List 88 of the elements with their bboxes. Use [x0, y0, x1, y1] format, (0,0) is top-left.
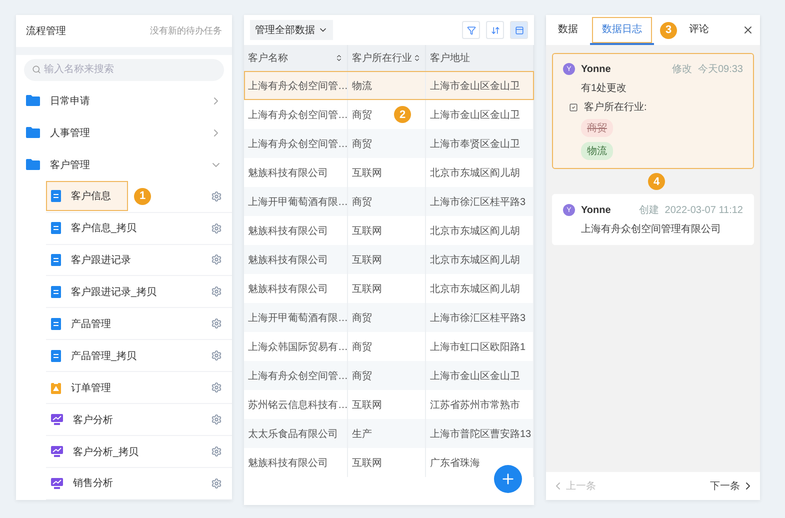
- table-row[interactable]: 上海有舟众创空间管… 商贸 上海市奉贤区金山卫: [244, 129, 534, 158]
- next-button[interactable]: 下一条: [710, 479, 754, 493]
- tree-item[interactable]: 客户分析: [46, 404, 114, 435]
- settings-icon[interactable]: [211, 254, 222, 266]
- tree-item[interactable]: 客户跟进记录: [46, 244, 132, 275]
- table-row[interactable]: 苏州铭云信息科技有… 互联网 江苏省苏州市常熟市: [244, 390, 534, 419]
- callout-badge: 3: [660, 22, 677, 38]
- timestamp: 2022-03-07 11:12: [664, 204, 743, 216]
- monitor-chart-icon: [51, 478, 63, 489]
- action-text: 创建: [638, 204, 659, 217]
- column-header[interactable]: 客户所在行业: [352, 51, 412, 65]
- document-icon: [51, 222, 61, 234]
- table-row[interactable]: 魅族科技有限公司 互联网 北京市东城区阎儿胡: [244, 158, 534, 187]
- tree-item[interactable]: 销售分析: [46, 468, 114, 498]
- settings-icon[interactable]: [211, 446, 222, 458]
- table-row[interactable]: 魅族科技有限公司 互联网 北京市东城区阎儿胡: [244, 274, 534, 303]
- notice-text: 没有新的待办任务: [150, 25, 222, 38]
- plus-icon: [500, 471, 516, 487]
- tab[interactable]: 评论: [683, 15, 715, 45]
- document-icon: [51, 318, 61, 330]
- close-icon[interactable]: [742, 24, 754, 36]
- table-row[interactable]: 上海开甲葡萄酒有限… 商贸 上海市徐汇区桂平路3: [244, 303, 534, 332]
- document-icon: [51, 350, 61, 362]
- view-icon: [514, 26, 524, 34]
- monitor-chart-icon: [51, 414, 63, 426]
- value-tag: 商贸: [581, 119, 613, 137]
- value-tag: 物流: [581, 142, 613, 160]
- table-row[interactable]: 上海开甲葡萄酒有限… 商贸 上海市徐汇区桂平路3: [244, 187, 534, 216]
- callout-badge: 4: [648, 173, 665, 190]
- settings-icon[interactable]: [211, 350, 222, 362]
- sort-icon[interactable]: [413, 54, 421, 62]
- action-text: 修改: [672, 63, 692, 76]
- document-icon: [51, 286, 61, 298]
- table-row[interactable]: 太太乐食品有限公司 生产 上海市普陀区曹安路13: [244, 419, 534, 448]
- sort-button[interactable]: [486, 21, 504, 39]
- settings-icon[interactable]: [211, 478, 222, 489]
- tree-item[interactable]: 客户信息: [46, 181, 128, 212]
- entry-text: 上海有舟众创空间管理有限公司: [581, 222, 722, 236]
- folder-item[interactable]: 日常申请: [16, 84, 232, 117]
- document-icon: [51, 190, 61, 202]
- timestamp: 今天09:33: [698, 63, 743, 76]
- user-name: Yonne: [581, 204, 612, 216]
- search-icon: [32, 64, 41, 74]
- panel-title: 流程管理: [26, 24, 66, 38]
- settings-icon[interactable]: [211, 222, 222, 234]
- settings-icon[interactable]: [211, 190, 222, 202]
- scope-dropdown[interactable]: 管理全部数据: [250, 20, 333, 40]
- monitor-chart-icon: [51, 446, 63, 458]
- tree-item[interactable]: 产品管理: [46, 308, 112, 339]
- table-row[interactable]: 魅族科技有限公司 互联网 北京市东城区阎儿胡: [244, 216, 534, 245]
- settings-icon[interactable]: [211, 286, 222, 298]
- user-name: Yonne: [581, 64, 612, 74]
- folder-item[interactable]: 客户管理: [16, 148, 232, 181]
- folder-icon: [26, 127, 40, 138]
- table-row[interactable]: 魅族科技有限公司 互联网 北京市东城区阎儿胡: [244, 245, 534, 274]
- clipboard-icon: [51, 382, 61, 394]
- settings-icon[interactable]: [211, 414, 222, 426]
- settings-icon[interactable]: [211, 382, 222, 394]
- tree-item[interactable]: 客户信息_拷贝: [46, 213, 138, 244]
- settings-icon[interactable]: [211, 318, 222, 330]
- folder-icon: [26, 95, 40, 106]
- folder-item[interactable]: 人事管理: [16, 116, 232, 149]
- tree-item[interactable]: 客户跟进记录_拷贝: [46, 276, 158, 307]
- tree-item[interactable]: 客户分析_拷贝: [46, 436, 140, 467]
- sort-icon: [490, 26, 500, 34]
- document-icon: [51, 254, 61, 266]
- filter-button[interactable]: [462, 21, 480, 39]
- callout-badge: 1: [134, 188, 151, 205]
- tab[interactable]: 数据: [552, 15, 584, 45]
- table-cell: 魅族科技有限公司: [244, 448, 348, 477]
- column-header[interactable]: 客户地址: [430, 51, 470, 65]
- column-header[interactable]: 客户名称: [248, 51, 288, 65]
- field-name: 客户所在行业:: [584, 100, 647, 114]
- table-row[interactable]: 上海众韩国际贸易有… 商贸 上海市虹口区欧阳路1: [244, 332, 534, 361]
- tree-item[interactable]: 产品管理_拷贝: [46, 340, 138, 371]
- view-button[interactable]: [510, 21, 528, 39]
- table-cell: 互联网: [348, 448, 426, 477]
- table-row[interactable]: 上海有舟众创空间管… 物流 上海市金山区金山卫: [244, 71, 534, 100]
- add-button[interactable]: [494, 465, 522, 493]
- sort-icon[interactable]: [335, 54, 343, 62]
- checkbox-icon: [569, 102, 578, 112]
- table-row[interactable]: 魅族科技有限公司 互联网 广东省珠海: [244, 448, 534, 477]
- folder-icon: [26, 159, 40, 170]
- table-row[interactable]: 上海有舟众创空间管… 商贸 上海市金山区金山卫: [244, 361, 534, 390]
- tree-item[interactable]: 订单管理: [46, 372, 112, 403]
- filter-icon: [466, 26, 476, 34]
- change-summary: 有1处更改: [581, 82, 628, 95]
- search-field[interactable]: 输入名称来搜索: [24, 58, 224, 81]
